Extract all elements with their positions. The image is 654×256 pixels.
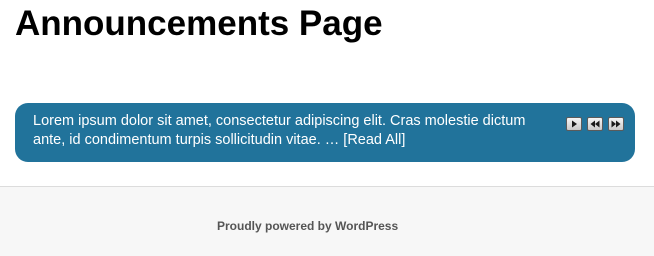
ticker-controls (566, 117, 624, 131)
previous-button[interactable] (587, 117, 603, 131)
footer-credit-link[interactable]: Proudly powered by WordPress (217, 219, 398, 233)
play-button[interactable] (566, 117, 582, 131)
rewind-icon (590, 120, 600, 128)
site-footer: Proudly powered by WordPress (0, 186, 654, 256)
announcement-text-block: Lorem ipsum dolor sit amet, consectetur … (33, 112, 553, 150)
fast-forward-icon (611, 120, 621, 128)
play-icon (572, 120, 577, 128)
announcement-text: Lorem ipsum dolor sit amet, consectetur … (33, 113, 526, 148)
read-all-link[interactable]: [Read All] (343, 132, 405, 148)
page-title: Announcements Page (15, 4, 383, 43)
announcement-ticker: Lorem ipsum dolor sit amet, consectetur … (15, 103, 635, 162)
next-button[interactable] (608, 117, 624, 131)
